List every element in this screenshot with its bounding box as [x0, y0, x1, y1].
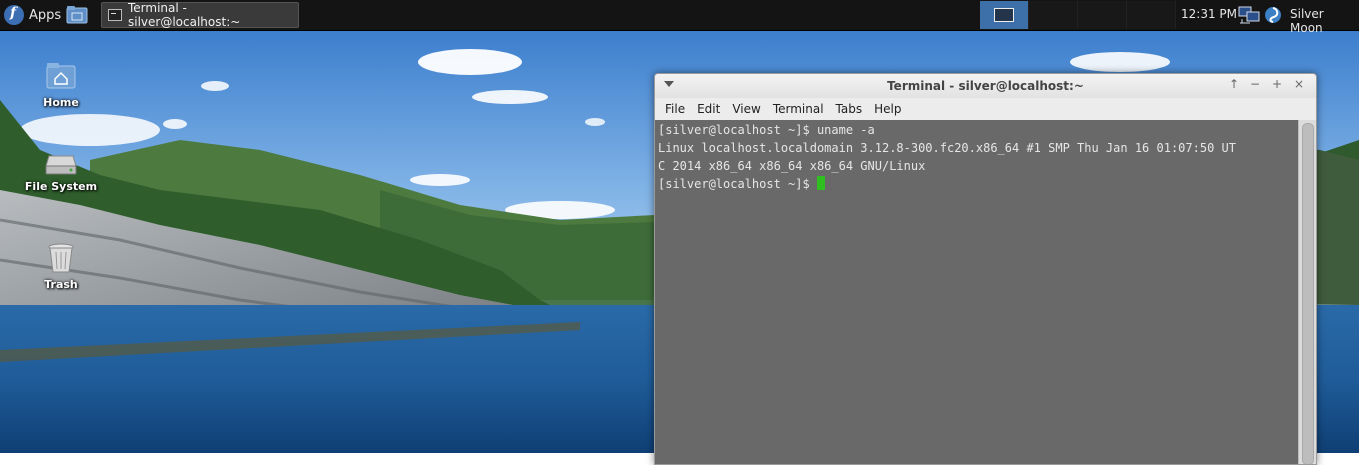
apps-menu-label: Apps: [29, 7, 62, 23]
workspace-2[interactable]: [1029, 1, 1078, 29]
scrollbar-thumb[interactable]: [1302, 123, 1314, 464]
terminal-line: C 2014 x86_64 x86_64 x86_64 GNU/Linux: [658, 159, 926, 173]
desktop-icon-label: Home: [43, 96, 79, 109]
trash-icon: [48, 243, 74, 273]
terminal-cursor: [816, 176, 825, 190]
apps-menu-button[interactable]: f Apps: [4, 3, 61, 27]
terminal-prompt: [silver@localhost ~]$: [658, 177, 817, 191]
network-icon[interactable]: [1238, 5, 1260, 25]
terminal-icon: [108, 9, 122, 21]
taskbar-terminal-button[interactable]: Terminal - silver@localhost:~: [101, 1, 299, 29]
shade-up-icon[interactable]: ↑: [1226, 77, 1242, 91]
desktop-icon-home[interactable]: Home: [16, 60, 106, 109]
window-title: Terminal - silver@localhost:~: [887, 79, 1084, 93]
home-folder-icon: [46, 63, 76, 89]
menu-view[interactable]: View: [726, 102, 766, 116]
desktop-icon-file-system[interactable]: File System: [16, 152, 106, 193]
close-icon[interactable]: ×: [1291, 77, 1307, 91]
terminal-output[interactable]: [silver@localhost ~]$ uname -a Linux loca…: [655, 120, 1299, 464]
terminal-window: Terminal - silver@localhost:~ ↑ − + × Fi…: [654, 73, 1317, 465]
fedora-logo-icon: f: [4, 5, 24, 25]
user-name[interactable]: Silver Moon: [1290, 7, 1359, 35]
terminal-line: Linux localhost.localdomain 3.12.8-300.f…: [658, 141, 1236, 155]
terminal-menubar: File Edit View Terminal Tabs Help: [655, 98, 1316, 120]
clock[interactable]: 12:31 PM: [1181, 7, 1237, 21]
hard-drive-icon: [45, 155, 77, 175]
maximize-icon[interactable]: +: [1269, 77, 1285, 91]
file-manager-launcher-icon[interactable]: [66, 4, 88, 26]
terminal-titlebar[interactable]: Terminal - silver@localhost:~ ↑ − + ×: [655, 74, 1316, 98]
workspace-window-icon: [994, 8, 1014, 22]
top-panel: f Apps Terminal - silver@localhost:~ 12:…: [0, 0, 1359, 35]
menu-terminal[interactable]: Terminal: [767, 102, 830, 116]
terminal-scrollbar[interactable]: [1298, 120, 1316, 464]
user-swirl-icon[interactable]: [1264, 6, 1282, 24]
menu-file[interactable]: File: [659, 102, 691, 116]
menu-help[interactable]: Help: [868, 102, 907, 116]
workspace-switcher: [980, 1, 1176, 29]
terminal-prompt-line: [silver@localhost ~]$: [658, 175, 1299, 193]
menu-edit[interactable]: Edit: [691, 102, 726, 116]
desktop-icon-trash[interactable]: Trash: [16, 242, 106, 291]
workspace-1[interactable]: [980, 1, 1029, 29]
terminal-line: [silver@localhost ~]$ uname -a: [658, 123, 875, 137]
workspace-4[interactable]: [1127, 1, 1176, 29]
desktop-icon-label: File System: [24, 180, 98, 193]
taskbar-terminal-label: Terminal - silver@localhost:~: [128, 1, 241, 29]
minimize-icon[interactable]: −: [1247, 77, 1263, 91]
desktop-icon-label: Trash: [44, 278, 78, 291]
workspace-3[interactable]: [1078, 1, 1127, 29]
menu-tabs[interactable]: Tabs: [830, 102, 869, 116]
